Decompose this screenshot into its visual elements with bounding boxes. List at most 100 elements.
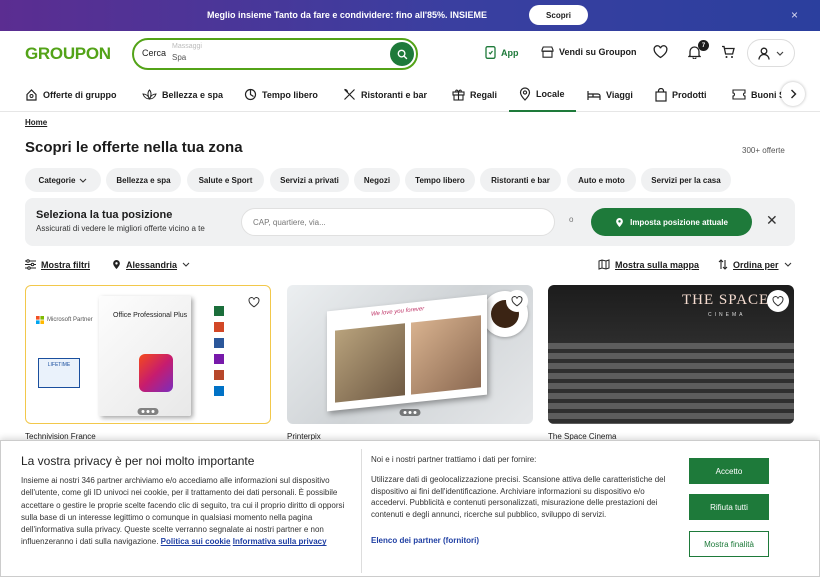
tab-local[interactable]: Locale <box>509 77 576 112</box>
wishlist-button[interactable] <box>653 45 668 64</box>
tab-group-offers[interactable]: Offerte di gruppo <box>25 77 117 112</box>
chip-leisure[interactable]: Tempo libero <box>405 168 475 192</box>
cookie-policy-link[interactable]: Politica sui cookie <box>161 537 231 546</box>
office-logo-icon <box>139 354 173 392</box>
badge-text: LIFETIME <box>47 362 71 368</box>
pin-icon <box>616 217 623 227</box>
account-menu-button[interactable] <box>747 39 795 67</box>
chevron-down-icon <box>80 178 87 183</box>
tab-leisure[interactable]: Tempo libero <box>244 77 318 112</box>
city-label: Alessandria <box>126 259 178 270</box>
carousel-dots <box>137 408 159 415</box>
location-input[interactable]: CAP, quartiere, via... <box>241 208 555 236</box>
show-filters-label: Mostra filtri <box>41 259 91 270</box>
sell-on-groupon-link[interactable]: Vendi su Groupon <box>541 46 637 58</box>
partners-title: Noi e i nostri partner trattiamo i dati … <box>371 455 537 464</box>
accept-button[interactable]: Accetto <box>689 458 769 484</box>
gift-icon <box>452 89 465 101</box>
chip-label: Negozi <box>363 175 391 185</box>
cart-icon <box>722 45 735 58</box>
notifications-badge: 7 <box>698 40 709 51</box>
tab-vouchers[interactable]: Buoni S <box>732 77 785 112</box>
group-offers-icon <box>26 89 37 101</box>
promo-close-icon[interactable]: × <box>791 8 798 22</box>
chip-label: Categorie <box>38 175 76 185</box>
show-purposes-button[interactable]: Mostra finalità <box>689 531 769 557</box>
tab-gifts[interactable]: Regali <box>452 77 497 112</box>
tab-label: Prodotti <box>672 89 707 100</box>
show-map-label: Mostra sulla mappa <box>615 259 700 270</box>
chip-beauty-spa[interactable]: Bellezza e spa <box>106 168 181 192</box>
set-location-label: Imposta posizione attuale <box>630 217 728 227</box>
tab-beauty-spa[interactable]: Bellezza e spa <box>142 77 223 112</box>
groupon-logo[interactable]: GROUPON <box>25 44 111 64</box>
chip-auto-moto[interactable]: Auto e moto <box>567 168 636 192</box>
heart-icon <box>248 296 260 307</box>
lotus-icon <box>142 88 157 100</box>
deal-card-office[interactable]: Microsoft Partner LIFETIME Office Profes… <box>25 285 271 424</box>
privacy-policy-link[interactable]: Informativa sulla privacy <box>233 537 327 546</box>
deal-card-cinema[interactable]: THE SPACE CINEMA <box>548 285 794 424</box>
tab-label: Offerte di gruppo <box>43 89 117 100</box>
tab-products[interactable]: Prodotti <box>655 77 707 112</box>
promo-text: Meglio insieme Tanto da fare e condivide… <box>207 10 488 20</box>
deal-card-photobook[interactable]: We love you forever <box>287 285 533 424</box>
tab-label: Tempo libero <box>262 89 318 100</box>
brand-text: Microsoft Partner <box>47 317 93 323</box>
heart-icon <box>772 295 784 306</box>
user-icon <box>758 47 770 60</box>
category-scroll-right-button[interactable] <box>781 82 805 106</box>
favorite-button[interactable] <box>506 290 528 312</box>
partner-list-link[interactable]: Elenco dei partner (fornitori) <box>371 536 479 545</box>
promo-discover-button[interactable]: Scopri <box>529 5 588 25</box>
app-link[interactable]: App <box>485 46 519 59</box>
pin-icon <box>519 86 531 101</box>
chip-health-sport[interactable]: Salute e Sport <box>187 168 264 192</box>
or-separator: o <box>569 215 574 224</box>
chip-shops[interactable]: Negozi <box>354 168 400 192</box>
location-selector: Seleziona la tua posizione Assicurati di… <box>25 198 795 246</box>
chip-label: Auto e moto <box>578 175 625 185</box>
city-selector[interactable]: Alessandria <box>112 259 190 270</box>
search-button[interactable] <box>390 42 414 66</box>
chip-home-services[interactable]: Servizi per la casa <box>641 168 731 192</box>
chip-label: Bellezza e spa <box>116 175 171 185</box>
search-input[interactable]: Cerca Massaggi Spa <box>132 38 418 70</box>
close-icon[interactable]: ✕ <box>766 212 778 229</box>
cinema-logo-text: THE SPACE <box>682 292 770 308</box>
breadcrumb-home[interactable]: Home <box>25 118 47 127</box>
site-header: GROUPON Cerca Massaggi Spa App Vendi su … <box>0 31 820 77</box>
store-icon <box>541 46 554 58</box>
reject-all-button[interactable]: Rifiuta tutti <box>689 494 769 520</box>
show-filters-button[interactable]: Mostra filtri <box>25 259 90 270</box>
tab-restaurants[interactable]: Ristoranti e bar <box>343 77 427 112</box>
phone-icon <box>485 46 496 59</box>
favorite-button[interactable] <box>767 290 789 312</box>
sort-by-dropdown[interactable]: Ordina per <box>718 259 792 270</box>
tab-label: Viaggi <box>606 89 633 100</box>
tab-travel[interactable]: Viaggi <box>587 77 633 112</box>
show-map-button[interactable]: Mostra sulla mappa <box>598 259 699 270</box>
chip-private-services[interactable]: Servizi a privati <box>270 168 349 192</box>
chip-label: Salute e Sport <box>198 175 253 185</box>
location-subtitle: Assicurati di vedere le migliori offerte… <box>36 224 205 233</box>
favorite-button[interactable] <box>243 291 265 313</box>
chip-restaurants[interactable]: Ristoranti e bar <box>480 168 561 192</box>
ticket-icon <box>732 89 746 100</box>
search-placeholder: Spa <box>172 53 187 62</box>
windows-icon <box>36 316 44 324</box>
license-badge: LIFETIME <box>38 358 80 388</box>
photobook-image: We love you forever <box>327 294 487 412</box>
offer-count: 300+ offerte <box>742 146 785 155</box>
sell-label: Vendi su Groupon <box>559 47 637 57</box>
product-name: Office Professional Plus <box>113 312 188 319</box>
cart-button[interactable] <box>721 45 735 64</box>
chip-categories[interactable]: Categorie <box>25 168 101 192</box>
chip-label: Ristoranti e bar <box>491 175 550 185</box>
cutlery-icon <box>344 88 355 100</box>
set-current-location-button[interactable]: Imposta posizione attuale <box>591 208 752 236</box>
promo-banner: Meglio insieme Tanto da fare e condivide… <box>0 0 820 31</box>
sliders-icon <box>25 259 36 270</box>
tab-label: Ristoranti e bar <box>361 89 428 100</box>
chip-label: Tempo libero <box>415 175 465 185</box>
